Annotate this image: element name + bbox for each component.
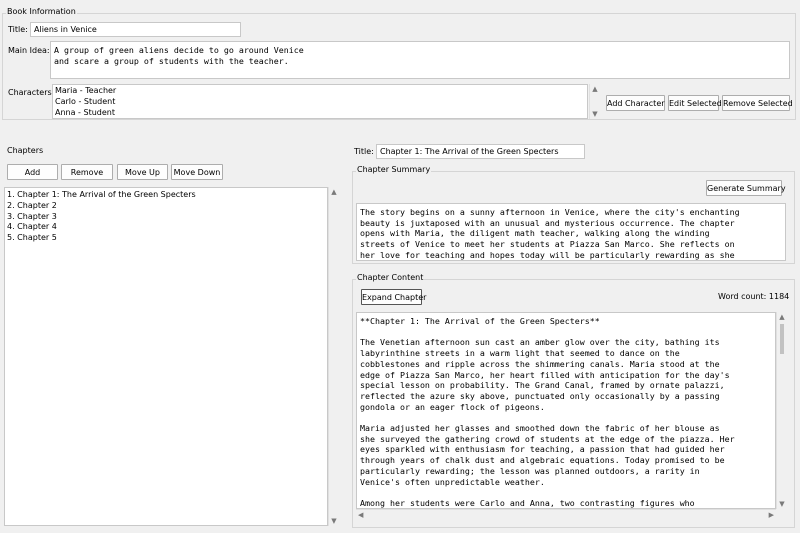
scroll-up-icon[interactable]: ▲ (590, 84, 600, 94)
book-information-title: Book Information (6, 7, 77, 16)
chapter-content-textarea[interactable]: **Chapter 1: The Arrival of the Green Sp… (356, 312, 776, 509)
character-item[interactable]: Anna - Student (53, 108, 587, 118)
book-title-input[interactable]: Aliens in Venice (30, 22, 241, 37)
chapter-list-item[interactable]: 1. Chapter 1: The Arrival of the Green S… (5, 188, 327, 201)
chapter-list-item[interactable]: 4. Chapter 4 (5, 222, 327, 233)
scroll-down-icon[interactable]: ▼ (777, 499, 787, 509)
remove-chapter-button[interactable]: Remove (61, 164, 113, 180)
add-character-button[interactable]: Add Character (606, 95, 665, 111)
chapter-list-item[interactable]: 3. Chapter 3 (5, 212, 327, 223)
scroll-up-icon[interactable]: ▲ (777, 312, 787, 322)
remove-selected-button[interactable]: Remove Selected (722, 95, 793, 111)
edit-selected-button[interactable]: Edit Selected (668, 95, 722, 111)
chapters-list[interactable]: 1. Chapter 1: The Arrival of the Green S… (4, 187, 328, 526)
chapter-content-vscrollbar[interactable]: ▲ ▼ (776, 312, 787, 509)
scroll-down-icon[interactable]: ▼ (590, 109, 600, 119)
characters-scrollbar[interactable]: ▲ ▼ (589, 84, 600, 119)
move-up-button[interactable]: Move Up (117, 164, 168, 180)
chapter-title-label: Title: (354, 147, 374, 156)
chapter-content-title: Chapter Content (356, 273, 425, 282)
chapter-summary-title: Chapter Summary (356, 165, 432, 174)
scroll-thumb[interactable] (780, 324, 784, 354)
chapter-summary-textarea[interactable]: The story begins on a sunny afternoon in… (356, 203, 786, 261)
chapters-title: Chapters (7, 146, 44, 155)
expand-chapter-button[interactable]: Expand Chapter (361, 289, 426, 305)
book-title-label: Title: (8, 25, 28, 34)
scroll-up-icon[interactable]: ▲ (329, 187, 339, 197)
main-idea-label: Main Idea: (8, 46, 50, 55)
chapters-scrollbar[interactable]: ▲ ▼ (328, 187, 339, 526)
word-count: Word count: 1184 (718, 292, 790, 301)
character-item[interactable]: Carlo - Student (53, 97, 587, 108)
characters-label: Characters: (8, 88, 55, 97)
scroll-down-icon[interactable]: ▼ (329, 516, 339, 526)
chapter-list-item[interactable]: 5. Chapter 5 (5, 233, 327, 244)
add-chapter-button[interactable]: Add (7, 164, 58, 180)
chapter-title-input[interactable]: Chapter 1: The Arrival of the Green Spec… (376, 144, 585, 159)
main-idea-textarea[interactable]: A group of green aliens decide to go aro… (50, 41, 790, 79)
generate-summary-button[interactable]: Generate Summary (706, 180, 786, 196)
characters-list[interactable]: Maria - Teacher Carlo - Student Anna - S… (52, 84, 588, 119)
scroll-right-icon[interactable]: ▶ (769, 510, 774, 520)
move-down-button[interactable]: Move Down (171, 164, 223, 180)
character-item[interactable]: Maria - Teacher (53, 85, 587, 97)
chapter-content-hscrollbar[interactable]: ◀ ▶ (356, 509, 776, 519)
scroll-left-icon[interactable]: ◀ (358, 510, 363, 520)
chapter-list-item[interactable]: 2. Chapter 2 (5, 201, 327, 212)
